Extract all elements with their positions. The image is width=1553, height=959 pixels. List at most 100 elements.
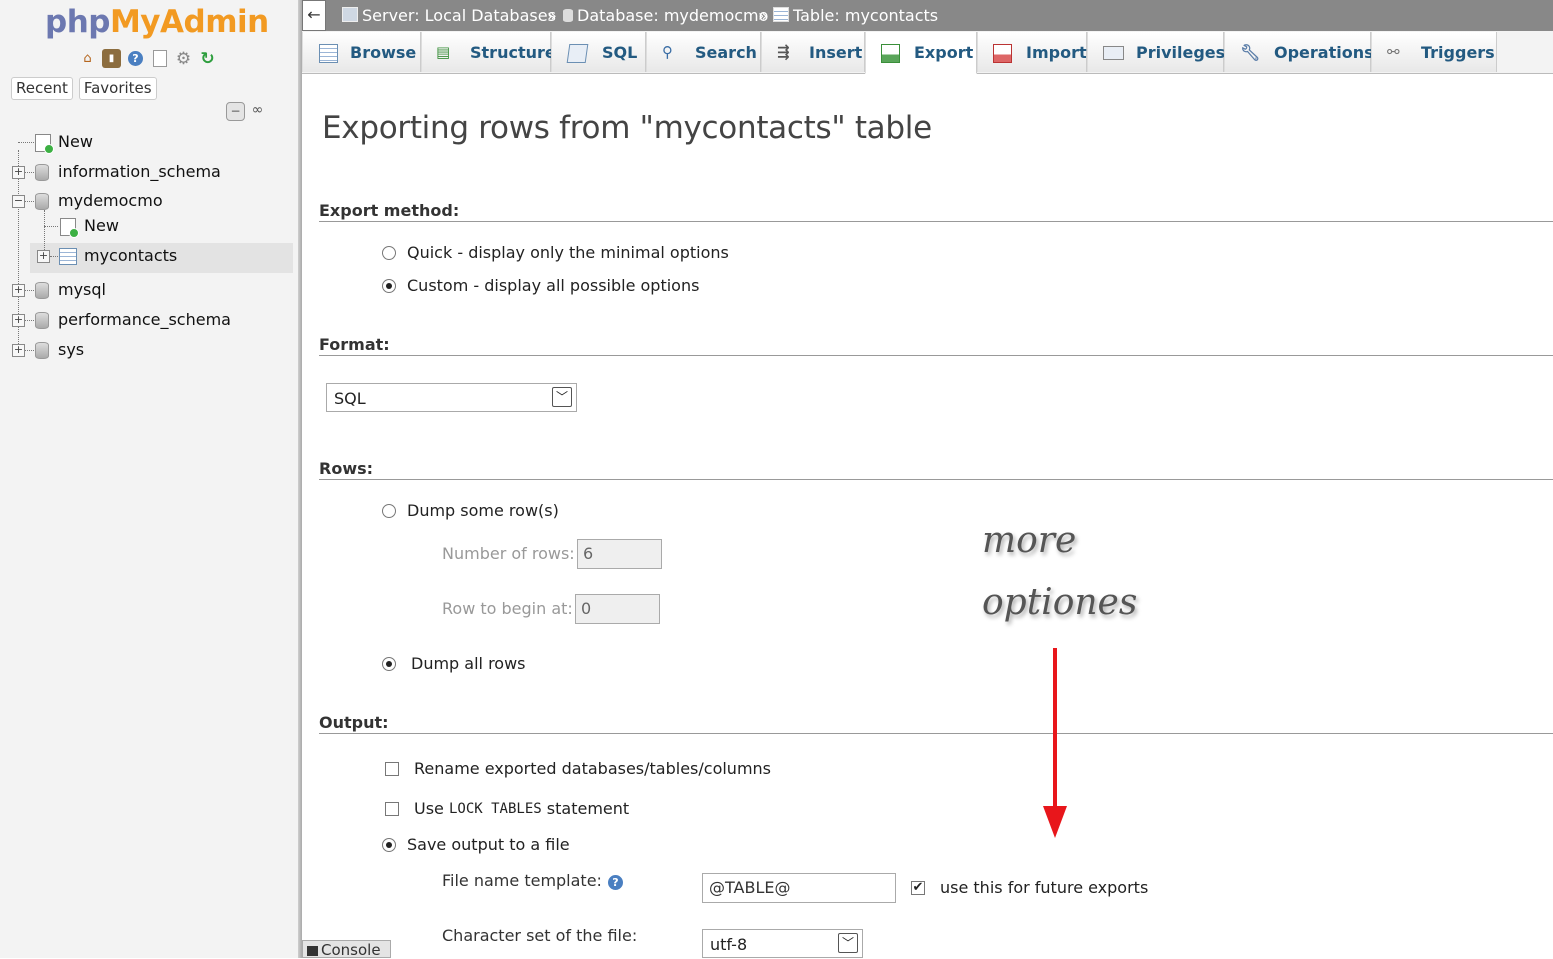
- file-name-template-input[interactable]: @TABLE@: [702, 873, 896, 903]
- tab-browse[interactable]: Browse: [302, 32, 421, 72]
- charset-select[interactable]: utf-8 ﹀: [702, 929, 863, 958]
- tree-item-label: information_schema: [58, 162, 221, 181]
- tree-item-information-schema[interactable]: + information_schema: [0, 160, 290, 184]
- tree-item-mydemocmo[interactable]: − mydemocmo: [0, 189, 290, 213]
- rows-dump-all[interactable]: Dump all rows: [382, 654, 526, 673]
- breadcrumb-server-label: Server: Local Databases: [362, 6, 556, 25]
- tree-item-label: sys: [58, 340, 85, 359]
- breadcrumb-database[interactable]: Database: mydemocmo: [563, 0, 768, 31]
- new-table-icon: [60, 218, 79, 238]
- search-icon: ⚲: [662, 43, 673, 61]
- structure-icon: ▤: [436, 43, 451, 61]
- page-title: Exporting rows from "mycontacts" table: [322, 110, 932, 146]
- tree-item-new-database[interactable]: New: [0, 130, 290, 154]
- recent-favorites-bar: Recent Favorites: [11, 77, 157, 100]
- rename-option[interactable]: Rename exported databases/tables/columns: [385, 759, 771, 778]
- tree-branch: [25, 350, 34, 351]
- tree-item-new-table[interactable]: New: [0, 214, 290, 238]
- dump-some-radio[interactable]: [382, 503, 396, 518]
- tab-export[interactable]: Export: [865, 32, 977, 74]
- rename-checkbox[interactable]: [385, 761, 399, 776]
- exit-icon[interactable]: ▮: [102, 49, 121, 68]
- tab-label: Operations: [1274, 43, 1374, 62]
- output-heading: Output:: [319, 713, 389, 732]
- database-icon: [35, 282, 49, 299]
- use-for-future-checkbox[interactable]: ✔: [911, 880, 925, 895]
- tab-insert[interactable]: ⇶ Insert: [761, 32, 865, 72]
- table-tabs: Browse ▤ Structure SQL ⚲ Search ⇶ Insert…: [302, 31, 1553, 74]
- tree-item-mycontacts[interactable]: + mycontacts: [0, 244, 290, 268]
- link-with-main-icon[interactable]: ∞: [249, 102, 266, 119]
- breadcrumb-server[interactable]: Server: Local Databases: [342, 0, 556, 31]
- breadcrumb-table[interactable]: Table: mycontacts: [773, 0, 938, 31]
- tree-item-performance-schema[interactable]: + performance_schema: [0, 308, 290, 332]
- tree-controls: − ∞: [226, 102, 266, 121]
- tree-item-label: mycontacts: [84, 246, 178, 265]
- breadcrumb-table-label: Table: mycontacts: [793, 6, 939, 25]
- expand-icon[interactable]: +: [12, 166, 25, 179]
- privileges-icon: [1103, 46, 1124, 60]
- tab-import[interactable]: Import: [977, 32, 1087, 72]
- tree-branch: [25, 320, 34, 321]
- docs-icon[interactable]: [150, 49, 169, 68]
- save-to-file-radio[interactable]: [382, 837, 396, 852]
- tab-search[interactable]: ⚲ Search: [646, 32, 761, 72]
- lock-tables-option[interactable]: Use LOCK TABLES statement: [385, 799, 629, 818]
- dump-all-radio[interactable]: [382, 656, 396, 671]
- breadcrumb: ← Server: Local Databases » Database: my…: [302, 0, 1553, 31]
- lock-tables-checkbox[interactable]: [385, 801, 399, 816]
- collapse-all-icon[interactable]: −: [226, 102, 245, 121]
- panel-resizer[interactable]: [298, 0, 302, 958]
- number-of-rows-input[interactable]: 6: [577, 539, 662, 569]
- tree-item-mysql[interactable]: + mysql: [0, 278, 290, 302]
- dump-all-label: Dump all rows: [411, 654, 526, 673]
- custom-radio[interactable]: [382, 278, 396, 293]
- logo-text-php: php: [45, 4, 110, 40]
- breadcrumb-separator: »: [547, 6, 557, 25]
- settings-icon[interactable]: ⚙: [174, 49, 193, 69]
- recent-button[interactable]: Recent: [11, 77, 73, 100]
- tree-item-label: New: [58, 132, 93, 151]
- tree-branch: [25, 172, 34, 173]
- rows-dump-some[interactable]: Dump some row(s): [382, 501, 559, 520]
- help-icon[interactable]: ?: [126, 49, 145, 68]
- tree-branch: [25, 290, 34, 291]
- tab-triggers[interactable]: ⚯ Triggers: [1371, 32, 1497, 72]
- export-method-quick[interactable]: Quick - display only the minimal options: [382, 243, 729, 262]
- expand-icon[interactable]: +: [12, 314, 25, 327]
- save-to-file-option[interactable]: Save output to a file: [382, 835, 570, 854]
- annotation-text-line2: optiones: [982, 582, 1138, 623]
- use-for-future-option[interactable]: ✔ use this for future exports: [911, 878, 1148, 897]
- tree-item-label: mysql: [58, 280, 106, 299]
- expand-icon[interactable]: +: [12, 344, 25, 357]
- tab-privileges[interactable]: Privileges: [1087, 32, 1226, 72]
- phpmyadmin-logo[interactable]: phpMyAdmin: [45, 4, 269, 40]
- tab-label: Structure: [470, 43, 556, 62]
- reload-icon[interactable]: ↻: [198, 49, 217, 69]
- console-button[interactable]: Console: [302, 940, 391, 959]
- expand-icon[interactable]: +: [37, 250, 50, 263]
- tab-label: Triggers: [1421, 43, 1495, 62]
- tree-item-sys[interactable]: + sys: [0, 338, 290, 362]
- use-for-future-label: use this for future exports: [940, 878, 1149, 897]
- dump-some-label: Dump some row(s): [407, 501, 559, 520]
- chevron-down-icon: ﹀: [838, 933, 858, 953]
- home-icon[interactable]: ⌂: [78, 49, 97, 68]
- favorites-button[interactable]: Favorites: [78, 77, 157, 100]
- format-select[interactable]: SQL ﹀: [326, 383, 577, 412]
- tab-structure[interactable]: ▤ Structure: [421, 32, 556, 72]
- format-heading: Format:: [319, 335, 390, 354]
- tab-label: Privileges: [1136, 43, 1226, 62]
- quick-radio[interactable]: [382, 245, 396, 260]
- expand-icon[interactable]: +: [12, 284, 25, 297]
- new-database-icon: [35, 134, 54, 154]
- help-icon[interactable]: ?: [607, 875, 623, 890]
- collapse-navigation-button[interactable]: ←: [302, 0, 326, 31]
- tab-sql[interactable]: SQL: [551, 32, 646, 72]
- row-begin-label: Row to begin at:: [442, 599, 573, 618]
- tab-operations[interactable]: 🔧︎ Operations: [1224, 32, 1374, 72]
- collapse-icon[interactable]: −: [12, 195, 25, 208]
- row-begin-input[interactable]: 0: [575, 594, 660, 624]
- table-icon: [773, 7, 789, 22]
- export-method-custom[interactable]: Custom - display all possible options: [382, 276, 699, 295]
